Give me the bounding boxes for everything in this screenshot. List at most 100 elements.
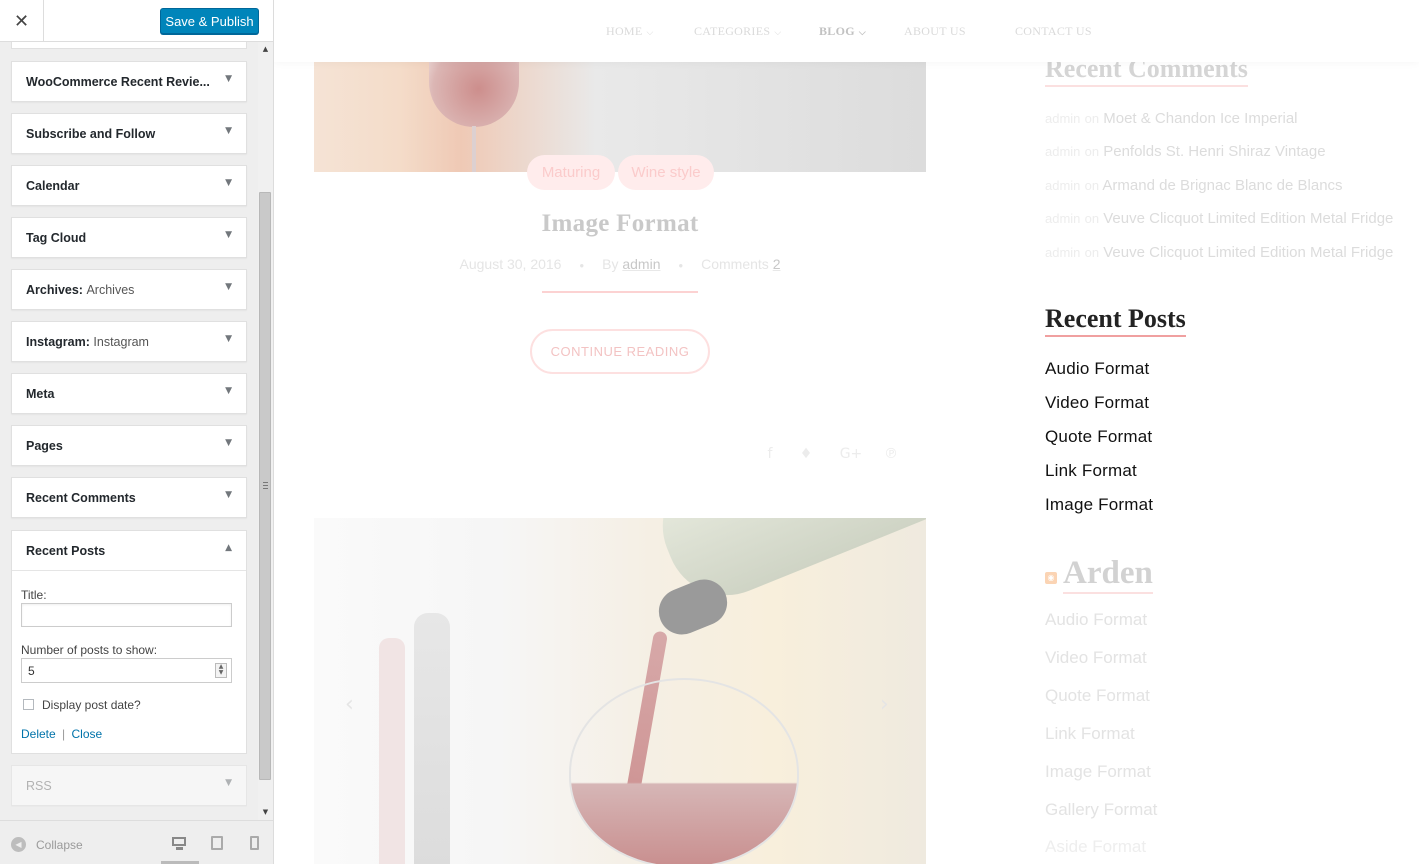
widget-tag-cloud[interactable]: Tag Cloud ▼: [11, 217, 247, 258]
nav-item-categories[interactable]: CATEGORIES ⌵: [694, 24, 781, 39]
expand-arrow-icon[interactable]: ▼: [225, 230, 232, 240]
widget-partial: [11, 42, 247, 49]
widget-title: Recent Posts: [26, 544, 106, 558]
post-tag[interactable]: Wine style: [618, 155, 714, 190]
number-spinner[interactable]: ▲ ▼: [215, 663, 227, 678]
main-navigation: HOME ⌵ CATEGORIES ⌵ BLOG ⌵ ABOUT US CONTACT…: [274, 0, 1419, 62]
expand-arrow-icon[interactable]: ▼: [225, 490, 232, 500]
comment-author[interactable]: admin: [1045, 111, 1080, 126]
post-date: August 30, 2016: [459, 256, 562, 272]
recent-post-link[interactable]: Audio Format: [1045, 359, 1149, 379]
rss-feed-link[interactable]: Image Format: [1045, 762, 1151, 782]
mobile-preview-button[interactable]: [248, 835, 266, 852]
widget-recent-posts-header[interactable]: Recent Posts ▲: [12, 531, 246, 571]
expand-arrow-icon[interactable]: ▼: [225, 178, 232, 188]
recent-post-link[interactable]: Image Format: [1045, 495, 1153, 515]
widget-woocommerce-recent-reviews[interactable]: WooCommerce Recent Revie... ▼: [11, 61, 247, 102]
expand-arrow-icon[interactable]: ▼: [225, 438, 232, 448]
save-publish-button[interactable]: Save & Publish: [160, 8, 259, 34]
widget-calendar[interactable]: Calendar ▼: [11, 165, 247, 206]
rss-feed-link[interactable]: Gallery Format: [1045, 800, 1157, 820]
expand-arrow-icon[interactable]: ▼: [225, 386, 232, 396]
close-customizer-button[interactable]: ✕: [0, 0, 44, 42]
rss-feed-link[interactable]: Quote Format: [1045, 686, 1150, 706]
post-title[interactable]: Image Format: [314, 210, 926, 238]
customizer-scrollbar[interactable]: ▲ ▼: [258, 42, 273, 820]
expand-arrow-icon[interactable]: ▼: [225, 282, 232, 292]
expand-arrow-icon[interactable]: ▼: [225, 74, 232, 84]
comments-count-link[interactable]: 2: [773, 256, 781, 272]
widget-archives[interactable]: Archives: Archives ▼: [11, 269, 247, 310]
number-of-posts-input[interactable]: 5 ▲ ▼: [21, 658, 232, 683]
post-author-link[interactable]: admin: [622, 256, 660, 272]
widget-title: WooCommerce Recent Revie...: [26, 75, 210, 89]
carousel-prev-icon[interactable]: ‹: [345, 692, 354, 717]
rss-feed-link[interactable]: Video Format: [1045, 648, 1147, 668]
recent-comment-item: admin on Penfolds St. Henri Shiraz Vinta…: [1045, 143, 1326, 160]
rss-feed-link[interactable]: Link Format: [1045, 724, 1135, 744]
comment-author[interactable]: admin: [1045, 245, 1080, 260]
comment-post-link[interactable]: Penfolds St. Henri Shiraz Vintage: [1103, 143, 1325, 160]
bottle-image: [414, 613, 450, 864]
recent-post-link[interactable]: Quote Format: [1045, 427, 1152, 447]
tablet-icon: [211, 836, 223, 850]
nav-item-home[interactable]: HOME ⌵: [606, 24, 654, 39]
collapse-arrow-icon[interactable]: ▲: [225, 543, 232, 553]
comment-author[interactable]: admin: [1045, 144, 1080, 159]
post-featured-image[interactable]: [314, 62, 926, 172]
title-input[interactable]: [21, 603, 232, 627]
expand-arrow-icon[interactable]: ▼: [225, 126, 232, 136]
mobile-icon: [250, 836, 259, 850]
comment-post-link[interactable]: Veuve Clicquot Limited Edition Metal Fri…: [1103, 244, 1393, 261]
customizer-header: ✕ Save & Publish: [0, 0, 273, 42]
desktop-preview-button[interactable]: [171, 835, 189, 852]
delete-widget-link[interactable]: Delete: [21, 727, 56, 741]
collapse-button[interactable]: ◀ Collapse: [11, 837, 83, 852]
nav-item-blog[interactable]: BLOG ⌵: [819, 24, 866, 39]
post-gallery-image[interactable]: [314, 518, 926, 864]
continue-reading-button[interactable]: CONTINUE READING: [530, 329, 710, 374]
desktop-icon: [172, 837, 186, 846]
expand-arrow-icon[interactable]: ▼: [225, 778, 232, 788]
comment-post-link[interactable]: Moet & Chandon Ice Imperial: [1103, 110, 1297, 127]
rss-feed-link[interactable]: Aside Format: [1045, 837, 1146, 857]
carousel-next-icon[interactable]: ›: [880, 692, 889, 717]
facebook-icon[interactable]: f: [761, 446, 779, 464]
widget-recent-comments[interactable]: Recent Comments ▼: [11, 477, 247, 518]
scroll-up-arrow-icon[interactable]: ▲: [258, 42, 273, 57]
widget-rss[interactable]: RSS ▼: [11, 765, 247, 806]
widget-title: Recent Comments: [26, 491, 136, 505]
recent-post-link[interactable]: Link Format: [1045, 461, 1137, 481]
comment-on: on: [1084, 111, 1100, 126]
widget-meta[interactable]: Meta ▼: [11, 373, 247, 414]
recent-post-link[interactable]: Video Format: [1045, 393, 1149, 413]
rss-feed-heading[interactable]: Arden: [1063, 555, 1153, 594]
tablet-preview-button[interactable]: [209, 835, 227, 852]
comment-author[interactable]: admin: [1045, 178, 1080, 193]
comment-author[interactable]: admin: [1045, 211, 1080, 226]
scroll-down-arrow-icon[interactable]: ▼: [258, 805, 273, 820]
post-tag[interactable]: Maturing: [527, 155, 615, 190]
widget-pages[interactable]: Pages ▼: [11, 425, 247, 466]
comment-post-link[interactable]: Armand de Brignac Blanc de Blancs: [1102, 177, 1342, 194]
widget-subscribe-follow[interactable]: Subscribe and Follow ▼: [11, 113, 247, 154]
rss-icon[interactable]: ◉: [1045, 572, 1057, 584]
display-post-date-checkbox[interactable]: [23, 699, 34, 710]
nav-item-about-us[interactable]: ABOUT US: [904, 24, 966, 39]
widget-instagram[interactable]: Instagram: Instagram ▼: [11, 321, 247, 362]
google-plus-icon[interactable]: G+: [839, 446, 863, 464]
nav-label: HOME: [606, 24, 643, 38]
expand-arrow-icon[interactable]: ▼: [225, 334, 232, 344]
number-of-posts-value: 5: [28, 664, 35, 678]
close-widget-link[interactable]: Close: [72, 727, 103, 741]
widget-title: Tag Cloud: [26, 231, 87, 245]
recent-comment-item: admin on Moet & Chandon Ice Imperial: [1045, 110, 1298, 127]
comment-post-link[interactable]: Veuve Clicquot Limited Edition Metal Fri…: [1103, 210, 1393, 227]
comment-on: on: [1084, 144, 1100, 159]
rss-feed-link[interactable]: Audio Format: [1045, 610, 1147, 630]
nav-item-contact-us[interactable]: CONTACT US: [1015, 24, 1092, 39]
twitter-icon[interactable]: ♦: [797, 446, 815, 464]
nav-label: CONTACT US: [1015, 24, 1092, 38]
pinterest-icon[interactable]: ℗: [882, 446, 900, 464]
scrollbar-thumb[interactable]: [259, 192, 271, 780]
